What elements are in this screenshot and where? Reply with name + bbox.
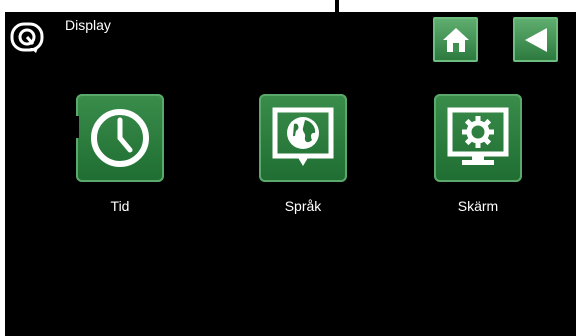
back-arrow-icon [524, 27, 547, 52]
tile-label-tid: Tid [110, 198, 130, 214]
screen-bezel-right [576, 0, 580, 336]
tile-label-sprak: Språk [284, 198, 322, 214]
screen-bezel-left [0, 0, 5, 336]
home-button[interactable] [433, 17, 478, 62]
tile-label-skarm: Skärm [457, 198, 499, 214]
screen-bezel-notch [335, 0, 339, 12]
globe-speech-icon [272, 107, 334, 166]
screen-bezel-top [0, 0, 580, 12]
tile-skarm[interactable] [434, 94, 522, 182]
clock-icon [91, 109, 149, 167]
back-button[interactable] [513, 17, 558, 62]
display-settings-icon [10, 22, 44, 54]
home-icon [442, 27, 469, 52]
page-title: Display [65, 17, 111, 33]
monitor-gear-icon [447, 107, 509, 165]
tile-selection-marker [76, 116, 79, 138]
tile-sprak[interactable] [259, 94, 347, 182]
tile-tid[interactable] [76, 94, 164, 182]
